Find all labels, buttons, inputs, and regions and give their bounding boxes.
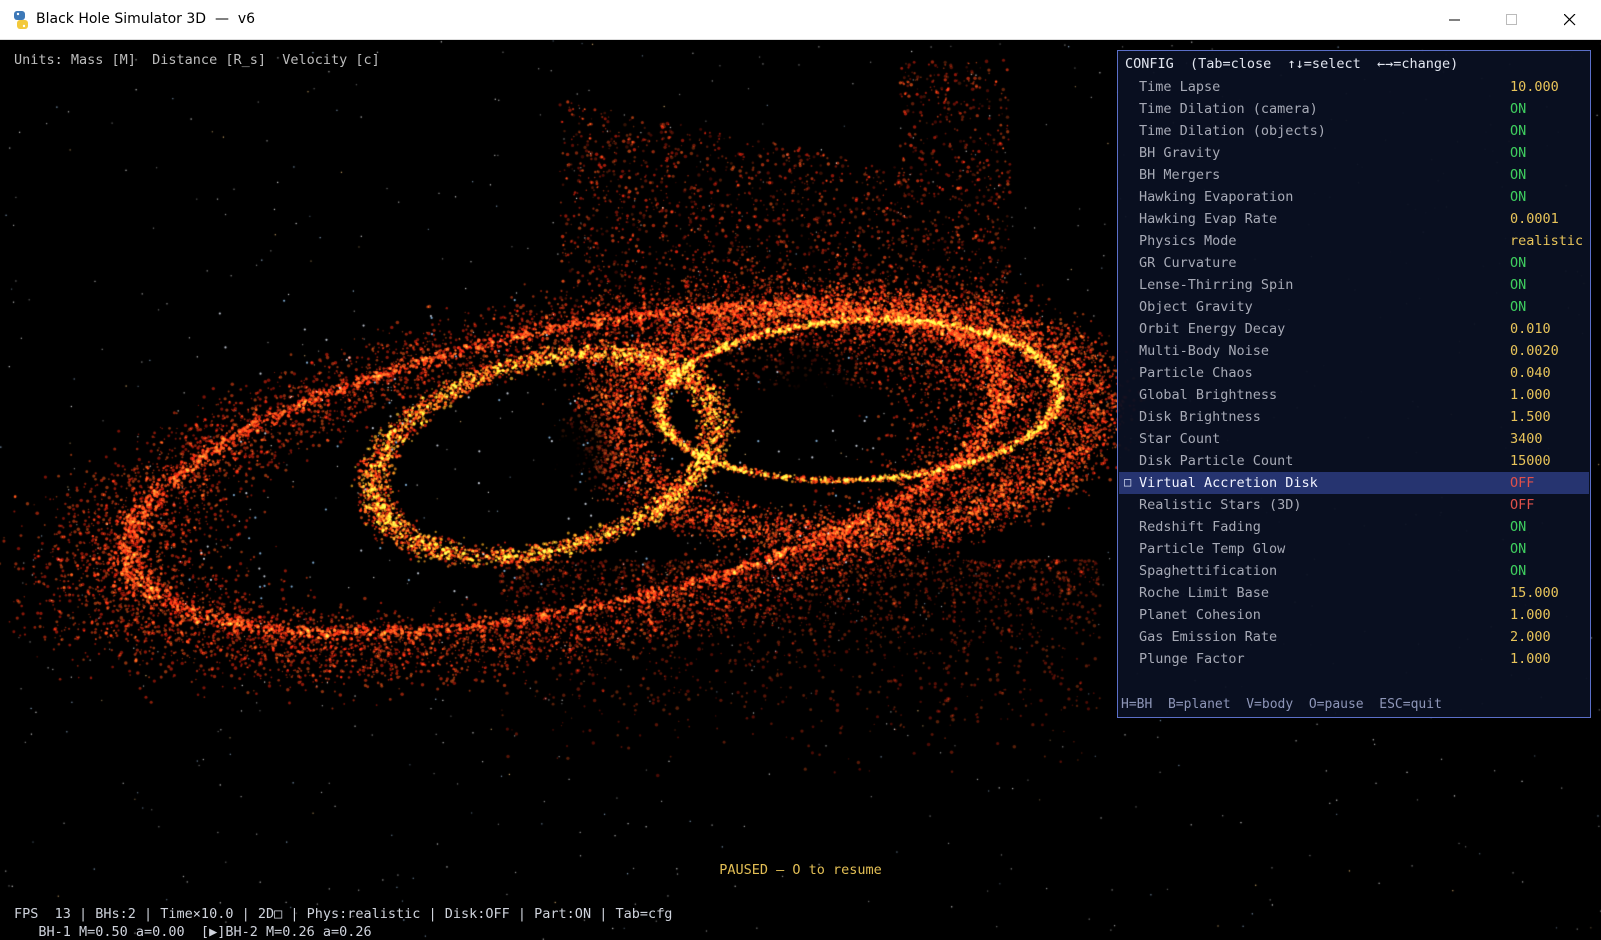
config-footer: H=BH B=planet V=body O=pause ESC=quit bbox=[1121, 697, 1442, 712]
config-item-label: Time Dilation (camera) bbox=[1139, 101, 1318, 117]
config-item-value: ON bbox=[1510, 123, 1527, 139]
config-item-value: 10.000 bbox=[1510, 79, 1559, 95]
config-item-value: OFF bbox=[1510, 475, 1535, 491]
config-item-label: Planet Cohesion bbox=[1139, 607, 1261, 623]
config-item[interactable]: BH Mergers ON bbox=[1119, 164, 1589, 186]
config-item[interactable]: Lense-Thirring Spin ON bbox=[1119, 274, 1589, 296]
config-item[interactable]: GR Curvature ON bbox=[1119, 252, 1589, 274]
config-item[interactable]: Realistic Stars (3D) OFF bbox=[1119, 494, 1589, 516]
config-item-value: ON bbox=[1510, 255, 1527, 271]
config-item-value: 1.000 bbox=[1510, 651, 1551, 667]
config-item[interactable]: Spaghettification ON bbox=[1119, 560, 1589, 582]
config-item-value: 1.000 bbox=[1510, 607, 1551, 623]
config-header: CONFIG (Tab=close ↑↓=select ←→=change) bbox=[1125, 56, 1459, 72]
config-item-value: 2.000 bbox=[1510, 629, 1551, 645]
config-item[interactable]: Gas Emission Rate 2.000 bbox=[1119, 626, 1589, 648]
config-item-value: OFF bbox=[1510, 497, 1535, 513]
window-title: Black Hole Simulator 3D — v6 bbox=[36, 11, 256, 27]
config-item[interactable]: Global Brightness 1.000 bbox=[1119, 384, 1589, 406]
config-item-label: Lense-Thirring Spin bbox=[1139, 277, 1294, 293]
config-item[interactable]: Roche Limit Base 15.000 bbox=[1119, 582, 1589, 604]
config-item-value: 1.500 bbox=[1510, 409, 1551, 425]
close-button[interactable] bbox=[1547, 0, 1593, 40]
config-item-value: ON bbox=[1510, 189, 1527, 205]
maximize-button[interactable] bbox=[1489, 0, 1535, 40]
status-bar: FPS 13 | BHs:2 | Time×10.0 | 2D□ | Phys:… bbox=[14, 906, 673, 922]
config-item-label: BH Gravity bbox=[1139, 145, 1221, 161]
config-item-label: Disk Brightness bbox=[1139, 409, 1261, 425]
config-item-label: Realistic Stars (3D) bbox=[1139, 497, 1302, 513]
config-item[interactable]: Disk Particle Count 15000 bbox=[1119, 450, 1589, 472]
config-item-value: ON bbox=[1510, 299, 1527, 315]
config-item-label: Object Gravity bbox=[1139, 299, 1253, 315]
config-item[interactable]: Time Dilation (objects) ON bbox=[1119, 120, 1589, 142]
config-item-value: ON bbox=[1510, 519, 1527, 535]
config-item[interactable]: Object Gravity ON bbox=[1119, 296, 1589, 318]
config-item-value: 15000 bbox=[1510, 453, 1551, 469]
config-item-label: Global Brightness bbox=[1139, 387, 1278, 403]
config-item-value: ON bbox=[1510, 563, 1527, 579]
config-item-label: Particle Temp Glow bbox=[1139, 541, 1286, 557]
config-item[interactable]: Planet Cohesion 1.000 bbox=[1119, 604, 1589, 626]
config-item-label: Particle Chaos bbox=[1139, 365, 1253, 381]
config-item[interactable]: Hawking Evap Rate 0.0001 bbox=[1119, 208, 1589, 230]
config-panel: CONFIG (Tab=close ↑↓=select ←→=change) T… bbox=[1117, 50, 1591, 718]
config-item[interactable]: Particle Temp Glow ON bbox=[1119, 538, 1589, 560]
config-item-label: Star Count bbox=[1139, 431, 1221, 447]
config-item[interactable]: Particle Chaos 0.040 bbox=[1119, 362, 1589, 384]
config-item[interactable]: Multi-Body Noise 0.0020 bbox=[1119, 340, 1589, 362]
config-item-label: Spaghettification bbox=[1139, 563, 1278, 579]
config-item-label: BH Mergers bbox=[1139, 167, 1221, 183]
config-item-value: realistic bbox=[1510, 233, 1584, 249]
config-item[interactable]: □ Virtual Accretion Disk OFF bbox=[1119, 472, 1589, 494]
config-item-label: Orbit Energy Decay bbox=[1139, 321, 1286, 337]
config-item-label: Hawking Evaporation bbox=[1139, 189, 1294, 205]
config-item-label: Plunge Factor bbox=[1139, 651, 1245, 667]
config-item-value: 0.010 bbox=[1510, 321, 1551, 337]
config-item-label: Redshift Fading bbox=[1139, 519, 1261, 535]
config-item-value: ON bbox=[1510, 167, 1527, 183]
config-item-value: 15.000 bbox=[1510, 585, 1559, 601]
maximize-icon bbox=[1506, 14, 1517, 25]
config-item[interactable]: Time Lapse 10.000 bbox=[1119, 76, 1589, 98]
config-item-label: Multi-Body Noise bbox=[1139, 343, 1270, 359]
config-item-label: Gas Emission Rate bbox=[1139, 629, 1278, 645]
config-item[interactable]: Hawking Evaporation ON bbox=[1119, 186, 1589, 208]
black-hole-info: BH-1 M=0.50 a=0.00 [▶]BH-2 M=0.26 a=0.26 bbox=[14, 924, 372, 940]
config-item[interactable]: Disk Brightness 1.500 bbox=[1119, 406, 1589, 428]
config-item[interactable]: Plunge Factor 1.000 bbox=[1119, 648, 1589, 670]
config-item-label: Time Dilation (objects) bbox=[1139, 123, 1326, 139]
config-item-value: ON bbox=[1510, 101, 1527, 117]
units-label: Units: Mass [M] Distance [R_s] Velocity … bbox=[14, 52, 380, 68]
minimize-icon bbox=[1449, 19, 1460, 21]
config-item-label: Disk Particle Count bbox=[1139, 453, 1294, 469]
config-item-value: 1.000 bbox=[1510, 387, 1551, 403]
config-item-value: ON bbox=[1510, 541, 1527, 557]
python-icon bbox=[14, 11, 28, 29]
window-titlebar: Black Hole Simulator 3D — v6 bbox=[0, 0, 1601, 40]
config-item[interactable]: Redshift Fading ON bbox=[1119, 516, 1589, 538]
minimize-button[interactable] bbox=[1432, 0, 1478, 40]
config-item[interactable]: BH Gravity ON bbox=[1119, 142, 1589, 164]
config-item-value: ON bbox=[1510, 145, 1527, 161]
config-item[interactable]: Orbit Energy Decay 0.010 bbox=[1119, 318, 1589, 340]
config-item-value: 3400 bbox=[1510, 431, 1543, 447]
close-icon bbox=[1564, 14, 1576, 26]
config-item[interactable]: Star Count 3400 bbox=[1119, 428, 1589, 450]
config-item-value: 0.040 bbox=[1510, 365, 1551, 381]
config-item-value: 0.0001 bbox=[1510, 211, 1559, 227]
config-item-value: 0.0020 bbox=[1510, 343, 1559, 359]
paused-message: PAUSED — O to resume bbox=[719, 862, 882, 878]
config-item[interactable]: Physics Mode realistic bbox=[1119, 230, 1589, 252]
config-item-value: ON bbox=[1510, 277, 1527, 293]
config-item-label: Time Lapse bbox=[1139, 79, 1221, 95]
config-item[interactable]: Time Dilation (camera) ON bbox=[1119, 98, 1589, 120]
selection-marker-icon: □ bbox=[1124, 475, 1132, 489]
config-item-label: Roche Limit Base bbox=[1139, 585, 1270, 601]
simulation-viewport[interactable]: Units: Mass [M] Distance [R_s] Velocity … bbox=[0, 40, 1601, 940]
config-item-label: Virtual Accretion Disk bbox=[1139, 475, 1318, 491]
config-item-label: Hawking Evap Rate bbox=[1139, 211, 1278, 227]
config-item-label: Physics Mode bbox=[1139, 233, 1237, 249]
config-item-label: GR Curvature bbox=[1139, 255, 1237, 271]
